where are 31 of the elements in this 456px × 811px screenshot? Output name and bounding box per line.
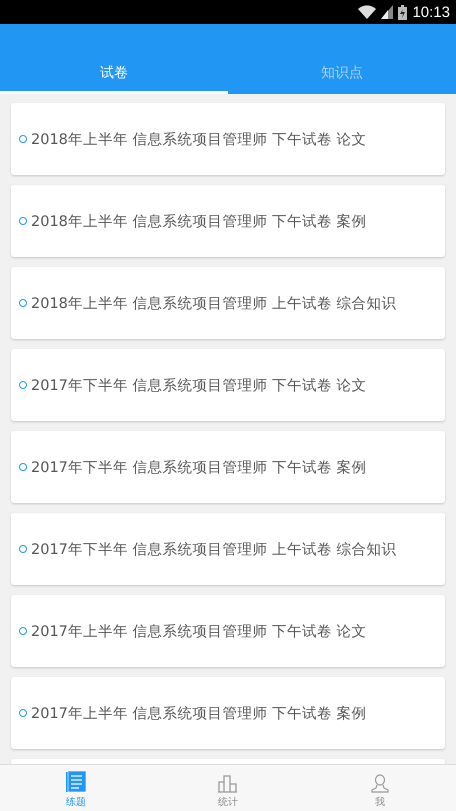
bar-chart-icon bbox=[218, 775, 238, 793]
paper-card[interactable]: 2018年上半年 信息系统项目管理师 上午试卷 综合知识 bbox=[11, 267, 445, 339]
paper-card[interactable]: 2017年下半年 信息系统项目管理师 下午试卷 案例 bbox=[11, 431, 445, 503]
paper-card[interactable]: 2018年上半年 信息系统项目管理师 下午试卷 论文 bbox=[11, 103, 445, 175]
paper-card[interactable]: 2017年下半年 信息系统项目管理师 下午试卷 论文 bbox=[11, 349, 445, 421]
paper-title: 2018年上半年 信息系统项目管理师 上午试卷 综合知识 bbox=[31, 294, 397, 312]
circle-icon bbox=[19, 545, 27, 553]
paper-title: 2018年上半年 信息系统项目管理师 下午试卷 案例 bbox=[31, 212, 367, 230]
circle-icon bbox=[19, 709, 27, 717]
wifi-icon bbox=[358, 5, 376, 19]
circle-icon bbox=[19, 627, 27, 635]
circle-icon bbox=[19, 463, 27, 471]
circle-icon bbox=[19, 135, 27, 143]
circle-icon bbox=[19, 217, 27, 225]
circle-icon bbox=[19, 299, 27, 307]
circle-icon bbox=[19, 381, 27, 389]
paper-card[interactable]: 2017年上半年 信息系统项目管理师 下午试卷 论文 bbox=[11, 595, 445, 667]
paper-title: 2018年上半年 信息系统项目管理师 下午试卷 论文 bbox=[31, 130, 367, 148]
paper-title: 2017年下半年 信息系统项目管理师 上午试卷 综合知识 bbox=[31, 540, 397, 558]
clock: 10:13 bbox=[412, 4, 450, 20]
paper-title: 2017年上半年 信息系统项目管理师 下午试卷 论文 bbox=[31, 622, 367, 640]
paper-card[interactable]: 2017年上半年 信息系统项目管理师 下午试卷 案例 bbox=[11, 677, 445, 749]
signal-icon bbox=[381, 5, 394, 19]
battery-icon bbox=[398, 4, 408, 20]
document-icon bbox=[66, 771, 86, 793]
paper-card[interactable]: 2017年下半年 信息系统项目管理师 上午试卷 综合知识 bbox=[11, 513, 445, 585]
paper-title: 2017年上半年 信息系统项目管理师 下午试卷 案例 bbox=[31, 704, 367, 722]
paper-title: 2017年下半年 信息系统项目管理师 下午试卷 案例 bbox=[31, 458, 367, 476]
paper-title: 2017年下半年 信息系统项目管理师 下午试卷 论文 bbox=[31, 376, 367, 394]
paper-card[interactable]: 2018年上半年 信息系统项目管理师 下午试卷 案例 bbox=[11, 185, 445, 257]
person-icon bbox=[371, 774, 389, 793]
